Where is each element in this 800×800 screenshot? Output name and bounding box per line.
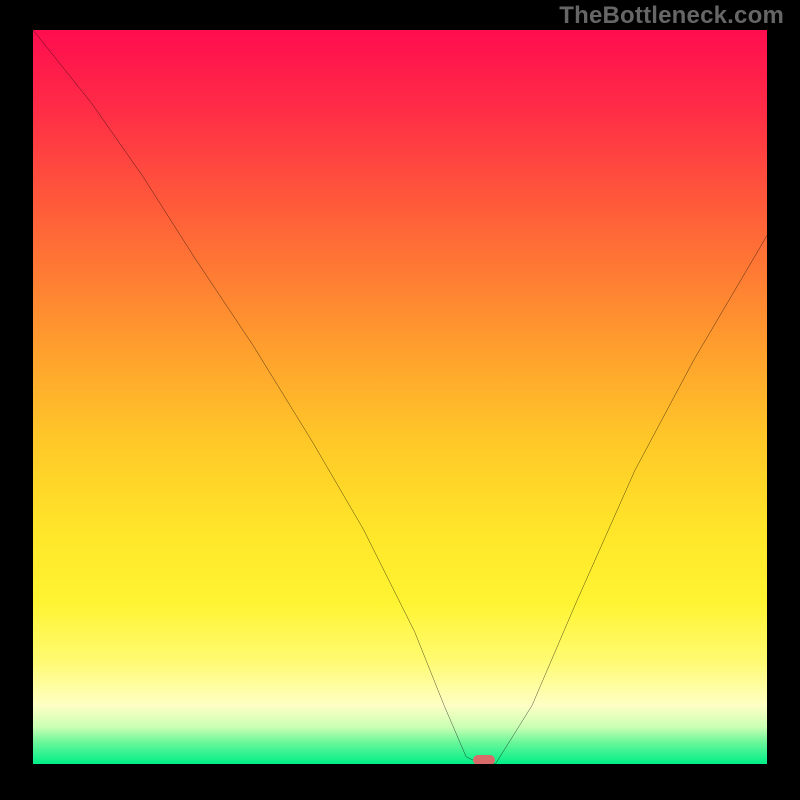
bottleneck-curve [33,30,767,764]
optimal-point-marker [473,755,495,764]
watermark-text: TheBottleneck.com [559,2,784,30]
plot-area [33,30,767,764]
chart-frame: TheBottleneck.com [0,0,800,800]
curve-path [33,30,767,764]
